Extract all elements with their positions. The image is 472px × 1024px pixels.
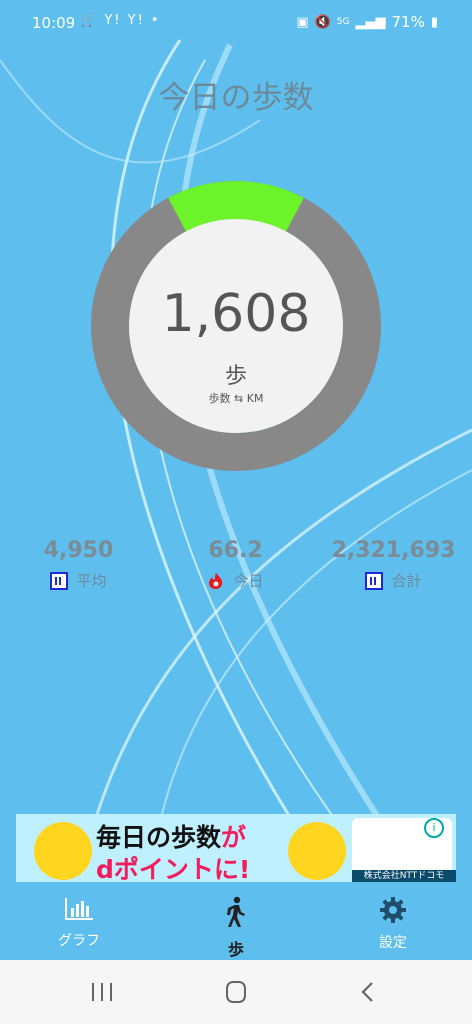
status-time: 10:09 [32,14,76,32]
progress-fill [168,181,304,232]
stat-today: 66.2 今日 [157,538,314,591]
average-value: 4,950 [43,538,114,563]
mascot-image [288,822,346,880]
total-grid-icon [365,571,384,590]
ad-caption: 株式会社NTTドコモ [352,870,456,882]
ad-text-1: 毎日の歩数 [96,823,222,852]
system-navigation-bar [0,960,472,1024]
ad-text-2: dポイント [96,855,214,882]
stat-average: 4,950 平均 [0,538,157,591]
status-bar: 10:09 🛒 Y! Y! • ▣ 🔇 5G ▂▄▆ 71% ▮ [0,0,472,46]
nav-graph[interactable]: グラフ [19,896,139,950]
nav-steps-label: 歩 [227,940,244,959]
average-chart-icon [50,571,69,590]
system-icons: ▣ 🔇 5G ▂▄▆ 71% ▮ [296,13,438,31]
gear-icon [380,897,406,923]
walking-person-icon [227,896,245,927]
cart-icon: 🛒 [80,13,99,28]
mascot-image [34,822,92,880]
today-value: 66.2 [208,538,263,563]
battery-percent: 71% [391,13,425,31]
ad-text-1b: が [221,823,247,852]
app-screen: 10:09 🛒 Y! Y! • ▣ 🔇 5G ▂▄▆ 71% ▮ 今日の歩数 1… [0,0,472,1024]
total-value: 2,321,693 [331,538,456,563]
dot-icon: • [150,13,161,28]
yahoo-icon: Y! [127,13,145,28]
nav-steps[interactable]: 歩 [176,896,296,960]
home-button[interactable] [216,978,256,1006]
nav-graph-label: グラフ [58,933,100,949]
battery-icon: ▮ [430,14,438,30]
back-button[interactable] [348,978,388,1006]
network-type: 5G [336,17,350,27]
mute-icon: 🔇 [314,14,331,30]
flame-icon [209,572,223,589]
ad-banner[interactable]: 毎日の歩数が dポイントに! i 株式会社NTTドコモ [16,814,456,882]
average-label: 平均 [76,572,107,590]
bottom-navigation: グラフ 歩 設定 [0,882,472,960]
info-icon[interactable]: i [424,818,444,838]
unit-toggle-button[interactable]: 歩数 ⇆ KM [129,390,343,406]
step-count: 1,608 [161,284,311,344]
total-label: 合計 [391,572,422,590]
stat-total: 2,321,693 合計 [315,538,472,591]
ad-text-2b: に! [213,855,251,882]
nav-settings-label: 設定 [379,935,407,951]
bar-chart-icon [65,898,93,920]
page-title: 今日の歩数 [158,80,314,116]
step-unit: 歩 [224,364,247,389]
notification-icons: 🛒 Y! Y! • [80,13,161,28]
vpn-icon: ▣ [296,14,309,30]
recent-apps-button[interactable] [82,978,122,1006]
today-label: 今日 [233,572,264,590]
yahoo-icon: Y! [104,13,122,28]
signal-icon: ▂▄▆ [355,14,386,30]
nav-settings[interactable]: 設定 [333,896,453,952]
